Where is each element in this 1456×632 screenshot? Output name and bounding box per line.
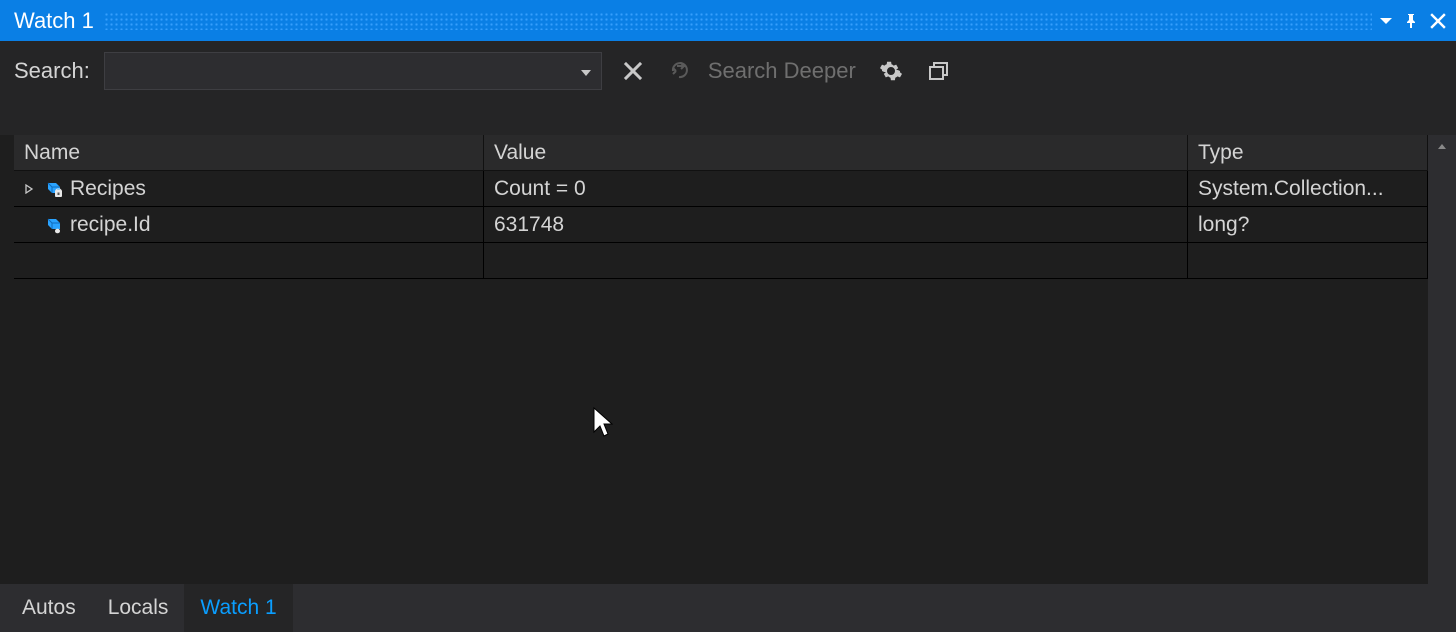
watch-row-empty[interactable] (14, 243, 1428, 279)
watch-row[interactable]: recipe.Id 631748 long? (14, 207, 1428, 243)
cell-name[interactable]: recipe.Id (14, 207, 484, 243)
watch-name: Recipes (70, 177, 146, 201)
search-box[interactable] (104, 52, 602, 90)
search-deeper-button (664, 54, 698, 88)
search-deeper-label: Search Deeper (708, 58, 856, 84)
cell-type: long? (1188, 207, 1428, 243)
cell-type: System.Collection... (1188, 171, 1428, 207)
tab-locals[interactable]: Locals (92, 584, 185, 632)
column-header-type[interactable]: Type (1188, 135, 1428, 171)
watch-name: recipe.Id (70, 213, 151, 237)
expander-icon[interactable] (22, 182, 36, 196)
bottom-tabstrip: Autos Locals Watch 1 (0, 584, 1456, 632)
column-header-value[interactable]: Value (484, 135, 1188, 171)
search-label: Search: (14, 58, 90, 84)
field-icon (42, 215, 64, 235)
window-options-dropdown-icon[interactable] (1378, 13, 1394, 29)
cell-value[interactable]: 631748 (484, 207, 1188, 243)
scroll-up-icon[interactable] (1428, 135, 1456, 159)
cell-name[interactable] (14, 243, 484, 279)
watch-grid: Name Value Type Recipes (14, 135, 1428, 279)
search-toolbar: Search: Search Deeper (0, 41, 1456, 101)
search-dropdown-icon[interactable] (579, 63, 595, 79)
column-header-name[interactable]: Name (14, 135, 484, 171)
clear-search-button[interactable] (616, 54, 650, 88)
vertical-scrollbar[interactable] (1428, 135, 1456, 613)
settings-button[interactable] (874, 54, 908, 88)
titlebar-grip[interactable] (104, 12, 1372, 30)
open-windows-button[interactable] (922, 54, 956, 88)
search-input[interactable] (105, 53, 601, 89)
cell-value[interactable] (484, 243, 1188, 279)
window-titlebar: Watch 1 (0, 0, 1456, 41)
close-icon[interactable] (1428, 11, 1448, 31)
field-icon (42, 179, 64, 199)
tab-watch1[interactable]: Watch 1 (184, 584, 292, 632)
window-title: Watch 1 (14, 8, 94, 34)
pin-icon[interactable] (1402, 12, 1420, 30)
grid-header: Name Value Type (14, 135, 1428, 171)
watch-grid-area: Name Value Type Recipes (0, 135, 1456, 613)
cell-value[interactable]: Count = 0 (484, 171, 1188, 207)
cell-type (1188, 243, 1428, 279)
cell-name[interactable]: Recipes (14, 171, 484, 207)
watch-row[interactable]: Recipes Count = 0 System.Collection... (14, 171, 1428, 207)
tab-autos[interactable]: Autos (6, 584, 92, 632)
